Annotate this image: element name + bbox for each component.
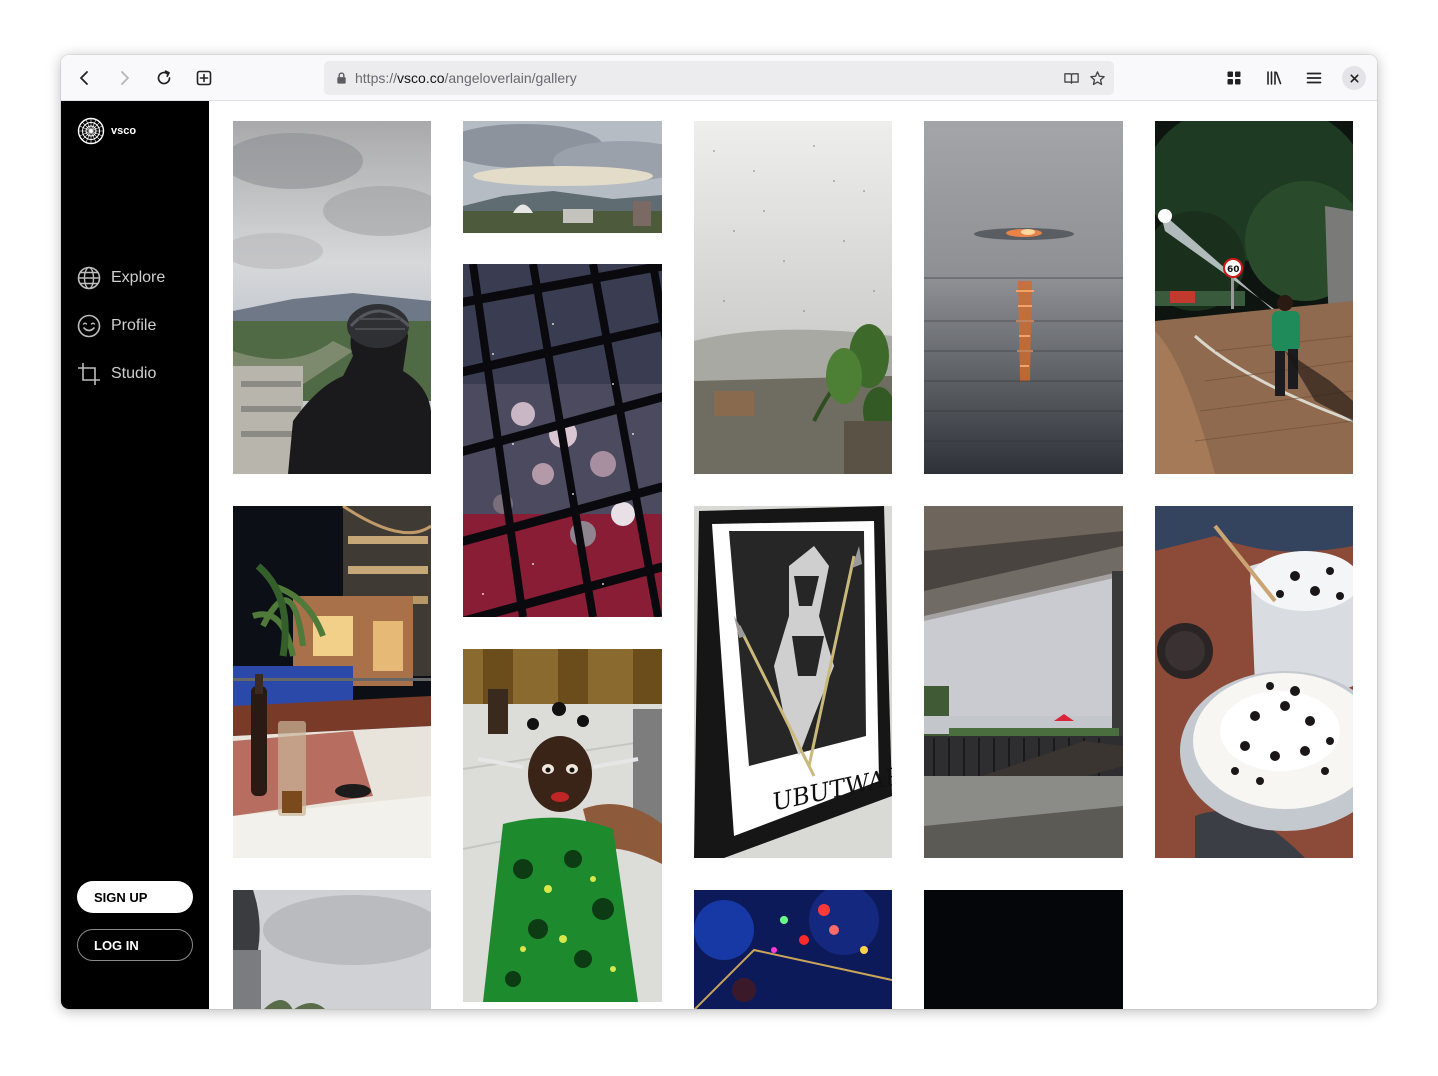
- vsco-logo[interactable]: vsco: [77, 117, 136, 145]
- photo-lakeside-balcony: [924, 506, 1123, 858]
- url-path: /angeloverlain/gallery: [444, 70, 577, 86]
- photo-ice-cream: [1155, 506, 1353, 858]
- photo-dark-night: [924, 890, 1123, 1009]
- gallery-photo[interactable]: [924, 121, 1123, 474]
- sidebar: vsco Explore Profile Studio SIGN UP LOG …: [61, 101, 209, 1009]
- photo-skyline: [463, 121, 662, 233]
- vsco-logo-icon: [77, 117, 105, 145]
- gallery-grid: UBUTWARI 60: [209, 101, 1377, 1009]
- nav-studio[interactable]: Studio: [77, 362, 156, 386]
- gallery-photo[interactable]: [233, 121, 431, 474]
- reader-view-icon[interactable]: [1062, 69, 1080, 87]
- photo-ubutwari-frame: UBUTWARI: [694, 506, 892, 858]
- gallery-photo[interactable]: [463, 121, 662, 233]
- url-host: vsco.co: [397, 70, 445, 86]
- browser-toolbar: https://vsco.co/angeloverlain/gallery: [61, 55, 1377, 101]
- photo-doll: [463, 649, 662, 1002]
- photo-cyclist: [233, 121, 431, 474]
- smiley-icon: [77, 314, 101, 338]
- library-icon[interactable]: [1260, 64, 1288, 92]
- photo-night-sidewalk: 60: [1155, 121, 1353, 474]
- gallery-photo[interactable]: 60: [1155, 121, 1353, 474]
- nav-explore[interactable]: Explore: [77, 266, 165, 290]
- browser-window: https://vsco.co/angeloverlain/gallery vs…: [61, 55, 1377, 1009]
- gallery-photo[interactable]: [694, 890, 892, 1009]
- gallery-photo[interactable]: [463, 264, 662, 617]
- reload-icon[interactable]: [150, 64, 178, 92]
- photo-building: [233, 890, 431, 1009]
- url-bar[interactable]: https://vsco.co/angeloverlain/gallery: [324, 61, 1114, 95]
- gallery-photo[interactable]: [233, 890, 431, 1009]
- grid-icon[interactable]: [1220, 64, 1248, 92]
- crop-icon: [78, 363, 100, 385]
- new-tab-icon[interactable]: [190, 64, 218, 92]
- star-icon[interactable]: [1088, 69, 1106, 87]
- nav-explore-label: Explore: [111, 269, 166, 286]
- nav-profile[interactable]: Profile: [77, 314, 156, 338]
- nav-studio-label: Studio: [111, 365, 157, 382]
- photo-lights: [694, 890, 892, 1009]
- login-button[interactable]: LOG IN: [77, 929, 193, 961]
- gallery-photo[interactable]: UBUTWARI: [694, 506, 892, 858]
- photo-terrace: [233, 506, 431, 858]
- hamburger-menu-icon[interactable]: [1300, 64, 1328, 92]
- signup-button[interactable]: SIGN UP: [77, 881, 193, 913]
- gallery-photo[interactable]: [1155, 506, 1353, 858]
- photo-rainy-window: [694, 121, 892, 474]
- nav-profile-label: Profile: [111, 317, 157, 334]
- photo-glass-floor: [463, 264, 662, 617]
- logo-text: vsco: [111, 125, 137, 137]
- photo-sunset-lake: [924, 121, 1123, 474]
- gallery-photo[interactable]: [924, 506, 1123, 858]
- close-icon[interactable]: [1342, 66, 1366, 90]
- forward-arrow-icon[interactable]: [110, 64, 138, 92]
- gallery-photo[interactable]: [233, 506, 431, 858]
- gallery-photo[interactable]: [463, 649, 662, 1002]
- speed-sign-text: 60: [1227, 265, 1240, 275]
- url-text[interactable]: https://vsco.co/angeloverlain/gallery: [355, 70, 577, 86]
- globe-icon: [77, 266, 101, 290]
- url-prefix: https://: [355, 70, 398, 86]
- lock-icon: [335, 71, 349, 85]
- gallery-photo[interactable]: [924, 890, 1123, 1009]
- gallery-photo[interactable]: [694, 121, 892, 474]
- back-arrow-icon[interactable]: [71, 64, 99, 92]
